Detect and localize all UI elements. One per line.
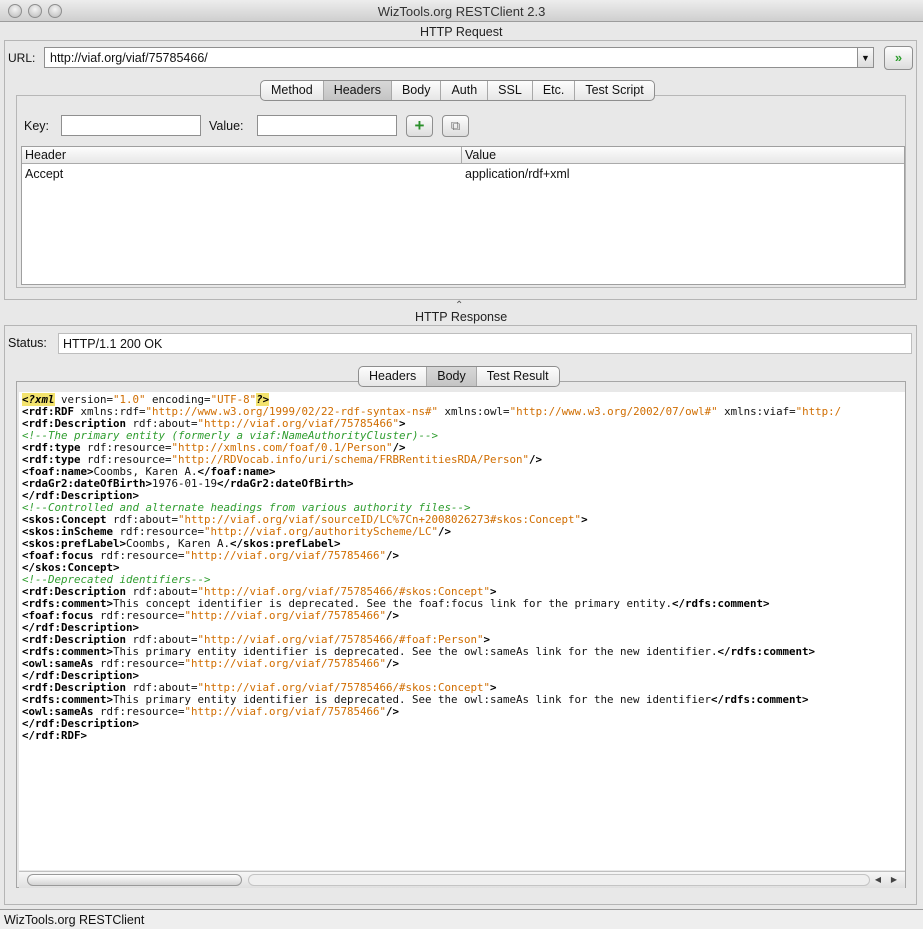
code-token: /> xyxy=(386,657,400,670)
column-header-value[interactable]: Value xyxy=(462,147,904,164)
code-token: /> xyxy=(438,525,452,538)
code-token: xmlns:owl= xyxy=(438,405,510,418)
headers-table: Header Value Accept application/rdf+xml xyxy=(21,146,905,285)
key-label: Key: xyxy=(24,119,50,133)
code-line: <foaf:focus rdf:resource="http://viaf.or… xyxy=(22,550,902,562)
code-token: "http://viaf.org/viaf/75785466" xyxy=(184,705,387,718)
code-line: <owl:sameAs rdf:resource="http://viaf.or… xyxy=(22,706,902,718)
copy-icon: ⧉ xyxy=(450,118,461,133)
code-token: 1976-01-19 xyxy=(152,477,218,490)
url-label: URL: xyxy=(8,51,36,65)
code-token: </rdfs:comment> xyxy=(711,693,809,706)
scrollbar-thumb[interactable] xyxy=(27,874,242,886)
code-token: "http:/ xyxy=(795,405,842,418)
tab-auth[interactable]: Auth xyxy=(441,81,489,100)
code-token: "http://viaf.org/viaf/75785466" xyxy=(184,549,387,562)
http-request-label: HTTP Request xyxy=(416,25,507,39)
tab-response-body[interactable]: Body xyxy=(427,367,477,386)
add-header-button[interactable]: + xyxy=(406,115,433,137)
code-line: </rdf:RDF> xyxy=(22,730,902,742)
code-token: </rdfs:comment> xyxy=(717,645,816,658)
status-bar: WizTools.org RESTClient xyxy=(0,909,923,929)
table-cell-value[interactable]: application/rdf+xml xyxy=(462,165,904,183)
scroll-left-icon[interactable]: ◀ xyxy=(871,874,885,886)
scrollbar-track[interactable] xyxy=(248,874,870,886)
code-token: </rdaGr2:dateOfBirth> xyxy=(217,477,354,490)
code-token: /> xyxy=(386,705,400,718)
status-field: HTTP/1.1 200 OK xyxy=(58,333,912,354)
table-cell-header[interactable]: Accept xyxy=(22,165,462,183)
window-titlebar: WizTools.org RESTClient 2.3 xyxy=(0,0,923,22)
tab-test-result[interactable]: Test Result xyxy=(477,367,559,386)
key-input[interactable] xyxy=(61,115,201,136)
chevron-down-icon[interactable]: ▼ xyxy=(857,47,874,68)
tab-ssl[interactable]: SSL xyxy=(488,81,533,100)
double-chevron-right-icon: » xyxy=(894,50,903,65)
code-token: </rdfs:comment> xyxy=(672,597,770,610)
response-tabs: Headers Body Test Result xyxy=(358,366,560,387)
column-header-header[interactable]: Header xyxy=(22,147,462,164)
value-label: Value: xyxy=(209,119,244,133)
code-token: /> xyxy=(386,549,400,562)
code-token: "http://viaf.org/viaf/75785466" xyxy=(184,609,387,622)
tab-body[interactable]: Body xyxy=(392,81,442,100)
http-response-label: HTTP Response xyxy=(411,310,512,324)
code-token: "http://www.w3.org/2002/07/owl#" xyxy=(509,405,718,418)
window-title: WizTools.org RESTClient 2.3 xyxy=(377,4,546,19)
horizontal-scrollbar[interactable]: ◀ ▶ xyxy=(19,871,905,888)
tab-etc[interactable]: Etc. xyxy=(533,81,576,100)
code-token: xmlns:viaf= xyxy=(717,405,796,418)
code-token: /> xyxy=(529,453,543,466)
tab-headers[interactable]: Headers xyxy=(323,81,392,100)
response-body-text[interactable]: <?xml version="1.0" encoding="UTF-8"?> <r… xyxy=(19,392,905,870)
request-tabs: Method Headers Body Auth SSL Etc. Test S… xyxy=(260,80,655,101)
code-line: </rdf:Description> xyxy=(22,718,902,730)
value-input[interactable] xyxy=(257,115,397,136)
scroll-right-icon[interactable]: ▶ xyxy=(887,874,901,886)
tab-test-script[interactable]: Test Script xyxy=(575,81,653,100)
tab-response-headers[interactable]: Headers xyxy=(359,367,428,386)
code-token: </rdf:RDF> xyxy=(22,729,88,742)
copy-header-button[interactable]: ⧉ xyxy=(442,115,469,137)
go-button[interactable]: » xyxy=(884,46,913,70)
status-label: Status: xyxy=(8,336,47,350)
code-line: <rdaGr2:dateOfBirth>1976-01-19</rdaGr2:d… xyxy=(22,478,902,490)
tab-method[interactable]: Method xyxy=(261,81,324,100)
url-input[interactable]: http://viaf.org/viaf/75785466/ xyxy=(44,47,858,68)
code-token: /> xyxy=(386,609,400,622)
code-line: <owl:sameAs rdf:resource="http://viaf.or… xyxy=(22,658,902,670)
code-token: > xyxy=(581,513,588,526)
code-line: <foaf:focus rdf:resource="http://viaf.or… xyxy=(22,610,902,622)
plus-icon: + xyxy=(414,116,425,135)
code-token: "http://viaf.org/viaf/75785466" xyxy=(184,657,387,670)
